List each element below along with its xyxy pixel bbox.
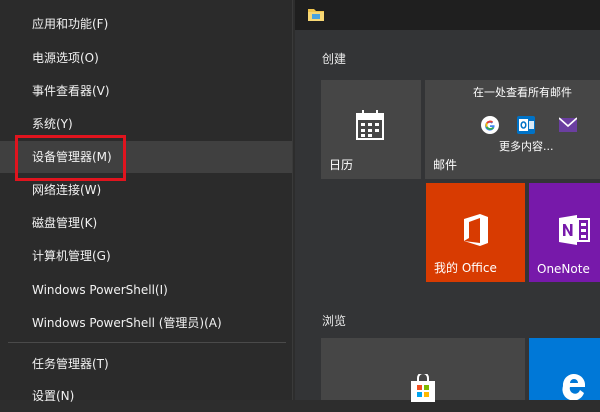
menu-item-label: 应用和功能(F): [32, 17, 109, 31]
menu-item-computer-management[interactable]: 计算机管理(G): [0, 240, 292, 272]
store-icon: [411, 374, 435, 402]
menu-separator: [8, 342, 286, 343]
menu-item-system[interactable]: 系统(Y): [0, 108, 292, 140]
tile-calendar[interactable]: 日历: [321, 80, 421, 179]
tile-label: 我的 Office: [434, 261, 497, 275]
onenote-icon: [559, 215, 590, 245]
menu-item-label: Windows PowerShell (管理员)(A): [32, 316, 222, 330]
outlook-icon: [517, 116, 535, 134]
tile-store[interactable]: [321, 338, 525, 402]
mail-more-text: 更多内容...: [499, 140, 554, 153]
edge-icon: [562, 373, 585, 400]
tile-label: OneNote: [537, 262, 590, 276]
menu-item-label: 磁盘管理(K): [32, 216, 98, 230]
start-top-bar: [295, 0, 600, 30]
group-title-create: 创建: [322, 52, 347, 66]
group-title-browse: 浏览: [322, 314, 347, 328]
menu-item-network-connections[interactable]: 网络连接(W): [0, 174, 292, 206]
mail-envelope-icon: [559, 117, 577, 132]
menu-item-label: Windows PowerShell(I): [32, 283, 168, 297]
menu-item-powershell[interactable]: Windows PowerShell(I): [0, 274, 292, 306]
folder-icon[interactable]: [307, 7, 325, 22]
tile-onenote[interactable]: OneNote: [529, 183, 600, 282]
calendar-icon: [356, 110, 384, 140]
menu-item-settings[interactable]: 设置(N): [0, 380, 292, 412]
menu-item-label: 事件查看器(V): [32, 84, 110, 98]
office-icon: [464, 214, 488, 246]
tile-mail[interactable]: 在一处查看所有邮件 更多内容... 邮件: [425, 80, 600, 179]
menu-item-label: 计算机管理(G): [32, 249, 111, 263]
winx-context-menu: 应用和功能(F) 电源选项(O) 事件查看器(V) 系统(Y) 设备管理器(M)…: [0, 0, 293, 403]
menu-item-label: 设置(N): [32, 389, 75, 403]
menu-item-label: 设备管理器(M): [32, 150, 112, 164]
tile-my-office[interactable]: 我的 Office: [426, 183, 525, 282]
menu-item-powershell-admin[interactable]: Windows PowerShell (管理员)(A): [0, 307, 292, 339]
menu-item-label: 电源选项(O): [32, 51, 99, 65]
tile-edge[interactable]: [529, 338, 600, 400]
tile-label: 日历: [329, 158, 354, 172]
menu-item-device-manager[interactable]: 设备管理器(M): [0, 141, 292, 173]
menu-item-task-manager[interactable]: 任务管理器(T): [0, 348, 292, 380]
mail-caption: 在一处查看所有邮件: [473, 86, 572, 99]
menu-item-label: 系统(Y): [32, 117, 73, 131]
google-icon: [481, 116, 499, 134]
menu-item-apps-features[interactable]: 应用和功能(F): [0, 8, 292, 40]
start-menu-tiles: 创建 浏览 日历 在一处查看所有邮件 更多内容... 邮件 我的 Office …: [295, 0, 600, 402]
menu-item-disk-management[interactable]: 磁盘管理(K): [0, 207, 292, 239]
menu-item-label: 网络连接(W): [32, 183, 102, 197]
menu-item-event-viewer[interactable]: 事件查看器(V): [0, 75, 292, 107]
menu-item-power-options[interactable]: 电源选项(O): [0, 42, 292, 74]
tile-label: 邮件: [433, 158, 458, 172]
menu-item-label: 任务管理器(T): [32, 357, 109, 371]
